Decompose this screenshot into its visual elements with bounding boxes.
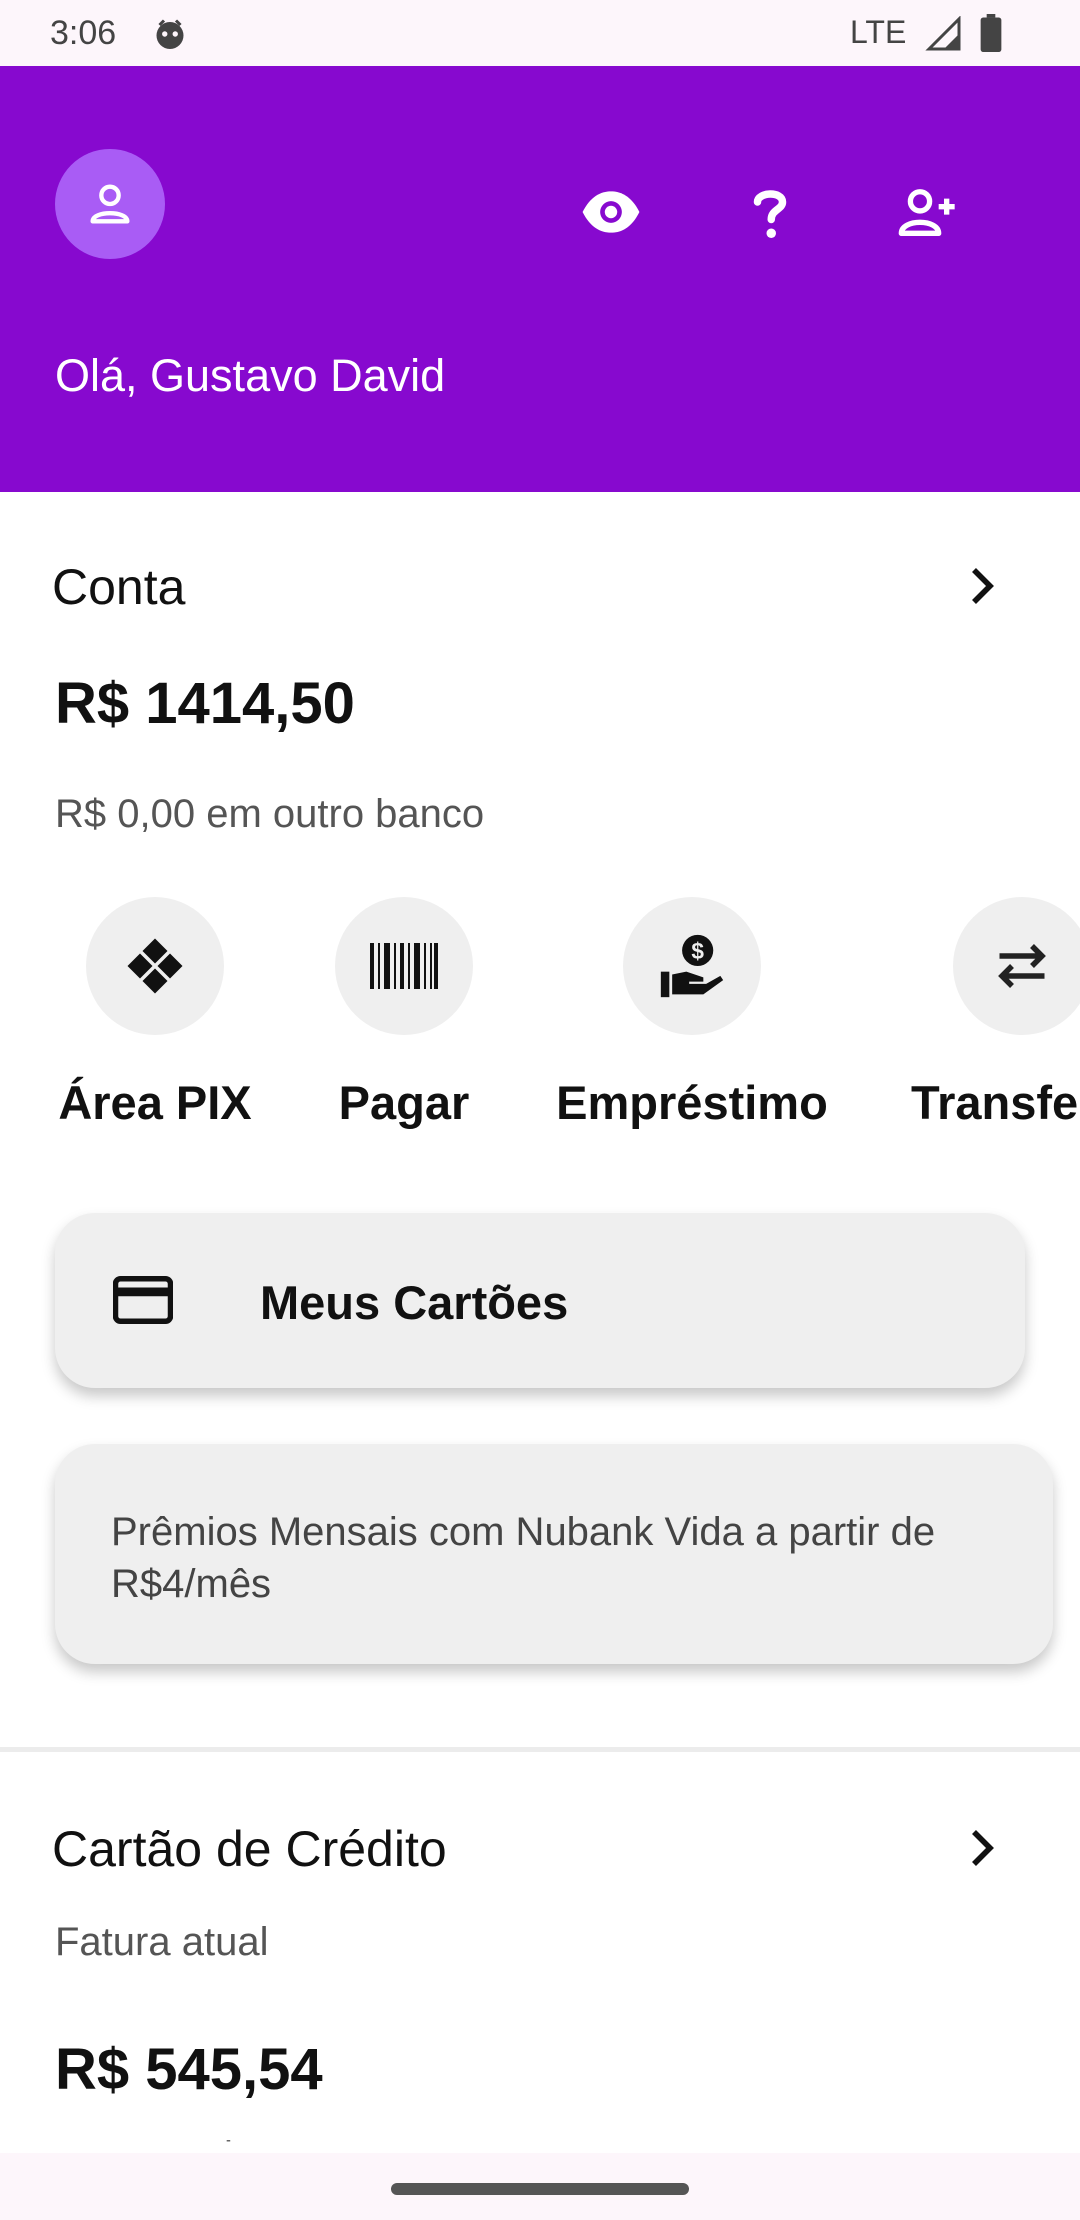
credit-card-icon bbox=[113, 1276, 173, 1324]
shortcut-pix-label: Área PIX bbox=[58, 1076, 252, 1129]
pay-circle[interactable] bbox=[335, 897, 473, 1035]
help-icon bbox=[753, 190, 787, 238]
signal-icon bbox=[925, 16, 961, 51]
transfer-circle[interactable] bbox=[953, 897, 1080, 1035]
chevron-right-icon[interactable] bbox=[958, 562, 1006, 610]
account-title[interactable]: Conta bbox=[52, 558, 185, 616]
promo-card[interactable]: Prêmios Mensais com Nubank Vida a partir… bbox=[55, 1444, 1053, 1664]
invite-friend-button[interactable] bbox=[896, 180, 960, 244]
shortcut-loan-label: Empréstimo bbox=[556, 1076, 828, 1129]
my-cards-button[interactable]: Meus Cartões bbox=[55, 1213, 1025, 1388]
loan-icon: $ bbox=[660, 934, 724, 998]
available-limit-text: Limite disponível de R$ 454,46 bbox=[55, 2140, 604, 2153]
toggle-visibility-button[interactable] bbox=[579, 180, 643, 244]
notification-face-icon bbox=[156, 19, 184, 49]
shortcut-pay-label: Pagar bbox=[338, 1076, 470, 1129]
network-type: LTE bbox=[850, 14, 907, 50]
transfer-icon bbox=[998, 944, 1046, 988]
other-bank-balance: R$ 0,00 em outro banco bbox=[55, 792, 485, 836]
status-time: 3:06 bbox=[50, 14, 117, 52]
battery-icon bbox=[980, 14, 1002, 52]
section-divider bbox=[0, 1747, 1080, 1752]
status-bar: 3:06 LTE bbox=[0, 0, 1080, 66]
available-limit-partial: Limite disponível de R$ 454,46 bbox=[55, 2140, 604, 2153]
my-cards-label: Meus Cartões bbox=[260, 1276, 569, 1329]
profile-avatar-button[interactable] bbox=[55, 149, 165, 259]
account-balance: R$ 1414,50 bbox=[55, 671, 355, 736]
promo-text: Prêmios Mensais com Nubank Vida a partir… bbox=[111, 1510, 936, 1606]
chevron-right-icon[interactable] bbox=[958, 1824, 1006, 1872]
pix-icon bbox=[127, 938, 183, 994]
current-bill-label: Fatura atual bbox=[55, 1920, 269, 1964]
header: Olá, Gustavo David bbox=[0, 66, 1080, 492]
help-button[interactable] bbox=[738, 180, 802, 244]
shortcut-loan[interactable]: $ Empréstimo bbox=[555, 897, 829, 1130]
svg-text:$: $ bbox=[691, 938, 704, 964]
greeting-text: Olá, Gustavo David bbox=[55, 350, 446, 401]
shortcut-transfer-label: Transfe bbox=[911, 1076, 1079, 1129]
person-icon bbox=[90, 184, 130, 224]
pix-circle[interactable] bbox=[86, 897, 224, 1035]
eye-icon bbox=[582, 191, 640, 233]
loan-circle[interactable]: $ bbox=[623, 897, 761, 1035]
barcode-icon bbox=[370, 943, 438, 989]
shortcut-pay[interactable]: Pagar bbox=[304, 897, 504, 1130]
credit-card-title[interactable]: Cartão de Crédito bbox=[52, 1820, 447, 1878]
shortcut-transfer[interactable]: Transfe bbox=[911, 897, 1080, 1130]
navigation-bar bbox=[0, 2153, 1080, 2220]
home-gesture-handle[interactable] bbox=[391, 2183, 689, 2195]
add-person-icon bbox=[898, 189, 955, 236]
current-bill-amount: R$ 545,54 bbox=[55, 2037, 323, 2102]
shortcut-pix[interactable]: Área PIX bbox=[55, 897, 255, 1130]
